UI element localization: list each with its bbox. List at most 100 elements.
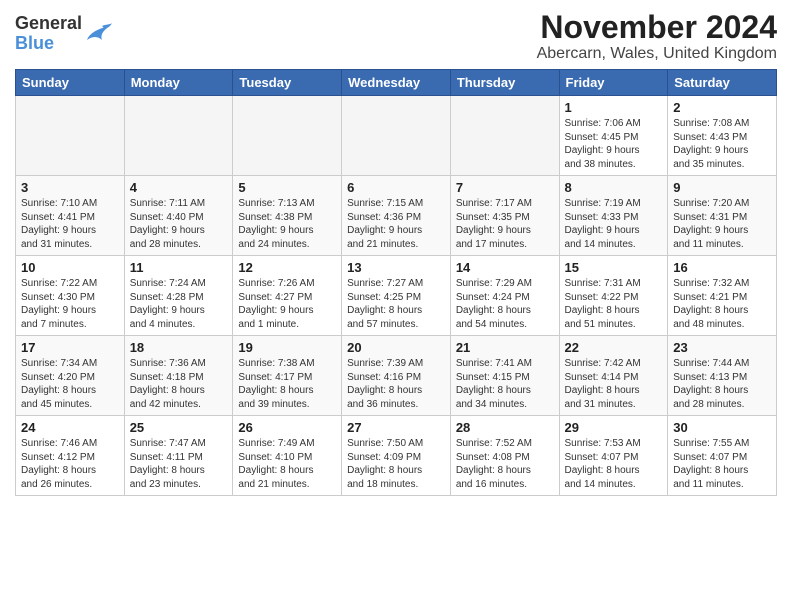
header: General Blue November 2024 Abercarn, Wal…	[15, 10, 777, 63]
day-number: 19	[238, 340, 336, 355]
day-info: Sunrise: 7:52 AM Sunset: 4:08 PM Dayligh…	[456, 437, 554, 491]
day-number: 1	[565, 100, 663, 115]
title-area: November 2024 Abercarn, Wales, United Ki…	[537, 10, 777, 63]
calendar-week-5: 24 Sunrise: 7:46 AM Sunset: 4:12 PM Dayli…	[16, 416, 777, 496]
calendar-cell: 25Sunrise: 7:47 AM Sunset: 4:11 PM Dayli…	[124, 416, 233, 496]
day-number: 21	[456, 340, 554, 355]
day-number: 15	[565, 260, 663, 275]
calendar-cell	[450, 96, 559, 176]
calendar-week-2: 3 Sunrise: 7:10 AM Sunset: 4:41 PM Daylig…	[16, 176, 777, 256]
day-info: Sunrise: 7:29 AM Sunset: 4:24 PM Dayligh…	[456, 277, 554, 331]
day-info: Sunrise: 7:53 AM Sunset: 4:07 PM Dayligh…	[565, 437, 663, 491]
day-number: 27	[347, 420, 445, 435]
calendar-cell: 5 Sunrise: 7:13 AM Sunset: 4:38 PM Daylig…	[233, 176, 342, 256]
calendar-cell: 17Sunrise: 7:34 AM Sunset: 4:20 PM Dayli…	[16, 336, 125, 416]
day-info: Sunrise: 7:32 AM Sunset: 4:21 PM Dayligh…	[673, 277, 771, 331]
day-info: Sunrise: 7:19 AM Sunset: 4:33 PM Dayligh…	[565, 197, 663, 251]
day-info: Sunrise: 7:10 AM Sunset: 4:41 PM Dayligh…	[21, 197, 119, 251]
logo: General Blue	[15, 14, 112, 54]
day-number: 12	[238, 260, 336, 275]
day-number: 29	[565, 420, 663, 435]
calendar-cell: 12Sunrise: 7:26 AM Sunset: 4:27 PM Dayli…	[233, 256, 342, 336]
day-number: 11	[130, 260, 228, 275]
calendar-cell: 15Sunrise: 7:31 AM Sunset: 4:22 PM Dayli…	[559, 256, 668, 336]
day-info: Sunrise: 7:49 AM Sunset: 4:10 PM Dayligh…	[238, 437, 336, 491]
calendar-cell: 19 Sunrise: 7:38 AM Sunset: 4:17 PM Dayli…	[233, 336, 342, 416]
day-info: Sunrise: 7:50 AM Sunset: 4:09 PM Dayligh…	[347, 437, 445, 491]
day-info: Sunrise: 7:55 AM Sunset: 4:07 PM Dayligh…	[673, 437, 771, 491]
day-info: Sunrise: 7:08 AM Sunset: 4:43 PM Dayligh…	[673, 117, 771, 171]
calendar-cell: 8 Sunrise: 7:19 AM Sunset: 4:33 PM Daylig…	[559, 176, 668, 256]
day-number: 26	[238, 420, 336, 435]
day-info: Sunrise: 7:41 AM Sunset: 4:15 PM Dayligh…	[456, 357, 554, 411]
day-info: Sunrise: 7:17 AM Sunset: 4:35 PM Dayligh…	[456, 197, 554, 251]
calendar-cell	[233, 96, 342, 176]
logo-bird-icon	[82, 22, 112, 46]
calendar-cell	[342, 96, 451, 176]
day-number: 5	[238, 180, 336, 195]
day-info: Sunrise: 7:20 AM Sunset: 4:31 PM Dayligh…	[673, 197, 771, 251]
calendar-cell: 24 Sunrise: 7:46 AM Sunset: 4:12 PM Dayli…	[16, 416, 125, 496]
calendar-cell: 16 Sunrise: 7:32 AM Sunset: 4:21 PM Dayli…	[668, 256, 777, 336]
day-number: 4	[130, 180, 228, 195]
calendar-cell: 7 Sunrise: 7:17 AM Sunset: 4:35 PM Daylig…	[450, 176, 559, 256]
day-number: 18	[130, 340, 228, 355]
day-number: 16	[673, 260, 771, 275]
calendar-week-1: 1 Sunrise: 7:06 AM Sunset: 4:45 PM Daylig…	[16, 96, 777, 176]
day-info: Sunrise: 7:24 AM Sunset: 4:28 PM Dayligh…	[130, 277, 228, 331]
calendar-cell: 30Sunrise: 7:55 AM Sunset: 4:07 PM Dayli…	[668, 416, 777, 496]
logo-general: General	[15, 14, 82, 34]
day-info: Sunrise: 7:13 AM Sunset: 4:38 PM Dayligh…	[238, 197, 336, 251]
calendar-cell	[16, 96, 125, 176]
day-number: 23	[673, 340, 771, 355]
day-number: 24	[21, 420, 119, 435]
day-info: Sunrise: 7:44 AM Sunset: 4:13 PM Dayligh…	[673, 357, 771, 411]
day-info: Sunrise: 7:22 AM Sunset: 4:30 PM Dayligh…	[21, 277, 119, 331]
calendar-cell: 4 Sunrise: 7:11 AM Sunset: 4:40 PM Daylig…	[124, 176, 233, 256]
day-number: 3	[21, 180, 119, 195]
calendar-header-wednesday: Wednesday	[342, 70, 451, 96]
day-info: Sunrise: 7:27 AM Sunset: 4:25 PM Dayligh…	[347, 277, 445, 331]
day-number: 20	[347, 340, 445, 355]
day-info: Sunrise: 7:46 AM Sunset: 4:12 PM Dayligh…	[21, 437, 119, 491]
day-number: 10	[21, 260, 119, 275]
calendar-cell: 9 Sunrise: 7:20 AM Sunset: 4:31 PM Daylig…	[668, 176, 777, 256]
day-info: Sunrise: 7:42 AM Sunset: 4:14 PM Dayligh…	[565, 357, 663, 411]
calendar-cell	[124, 96, 233, 176]
calendar-table: SundayMondayTuesdayWednesdayThursdayFrid…	[15, 69, 777, 496]
day-info: Sunrise: 7:06 AM Sunset: 4:45 PM Dayligh…	[565, 117, 663, 171]
day-number: 28	[456, 420, 554, 435]
calendar-cell: 27 Sunrise: 7:50 AM Sunset: 4:09 PM Dayli…	[342, 416, 451, 496]
day-info: Sunrise: 7:38 AM Sunset: 4:17 PM Dayligh…	[238, 357, 336, 411]
calendar-header-saturday: Saturday	[668, 70, 777, 96]
calendar-cell: 29 Sunrise: 7:53 AM Sunset: 4:07 PM Dayli…	[559, 416, 668, 496]
calendar-header-thursday: Thursday	[450, 70, 559, 96]
calendar-cell: 2 Sunrise: 7:08 AM Sunset: 4:43 PM Daylig…	[668, 96, 777, 176]
day-number: 9	[673, 180, 771, 195]
day-info: Sunrise: 7:11 AM Sunset: 4:40 PM Dayligh…	[130, 197, 228, 251]
calendar-subtitle: Abercarn, Wales, United Kingdom	[537, 45, 777, 63]
calendar-week-3: 10 Sunrise: 7:22 AM Sunset: 4:30 PM Dayli…	[16, 256, 777, 336]
calendar-cell: 14 Sunrise: 7:29 AM Sunset: 4:24 PM Dayli…	[450, 256, 559, 336]
day-number: 8	[565, 180, 663, 195]
day-number: 7	[456, 180, 554, 195]
calendar-cell: 23 Sunrise: 7:44 AM Sunset: 4:13 PM Dayli…	[668, 336, 777, 416]
day-number: 17	[21, 340, 119, 355]
day-number: 22	[565, 340, 663, 355]
calendar-header-tuesday: Tuesday	[233, 70, 342, 96]
day-number: 2	[673, 100, 771, 115]
day-info: Sunrise: 7:15 AM Sunset: 4:36 PM Dayligh…	[347, 197, 445, 251]
calendar-cell: 18 Sunrise: 7:36 AM Sunset: 4:18 PM Dayli…	[124, 336, 233, 416]
calendar-cell: 28 Sunrise: 7:52 AM Sunset: 4:08 PM Dayli…	[450, 416, 559, 496]
day-number: 14	[456, 260, 554, 275]
calendar-cell: 13Sunrise: 7:27 AM Sunset: 4:25 PM Dayli…	[342, 256, 451, 336]
calendar-cell: 21 Sunrise: 7:41 AM Sunset: 4:15 PM Dayli…	[450, 336, 559, 416]
page: General Blue November 2024 Abercarn, Wal…	[0, 0, 792, 506]
day-number: 6	[347, 180, 445, 195]
calendar-cell: 20 Sunrise: 7:39 AM Sunset: 4:16 PM Dayli…	[342, 336, 451, 416]
day-info: Sunrise: 7:36 AM Sunset: 4:18 PM Dayligh…	[130, 357, 228, 411]
day-info: Sunrise: 7:39 AM Sunset: 4:16 PM Dayligh…	[347, 357, 445, 411]
calendar-cell: 26 Sunrise: 7:49 AM Sunset: 4:10 PM Dayli…	[233, 416, 342, 496]
day-info: Sunrise: 7:47 AM Sunset: 4:11 PM Dayligh…	[130, 437, 228, 491]
calendar-cell: 11 Sunrise: 7:24 AM Sunset: 4:28 PM Dayli…	[124, 256, 233, 336]
